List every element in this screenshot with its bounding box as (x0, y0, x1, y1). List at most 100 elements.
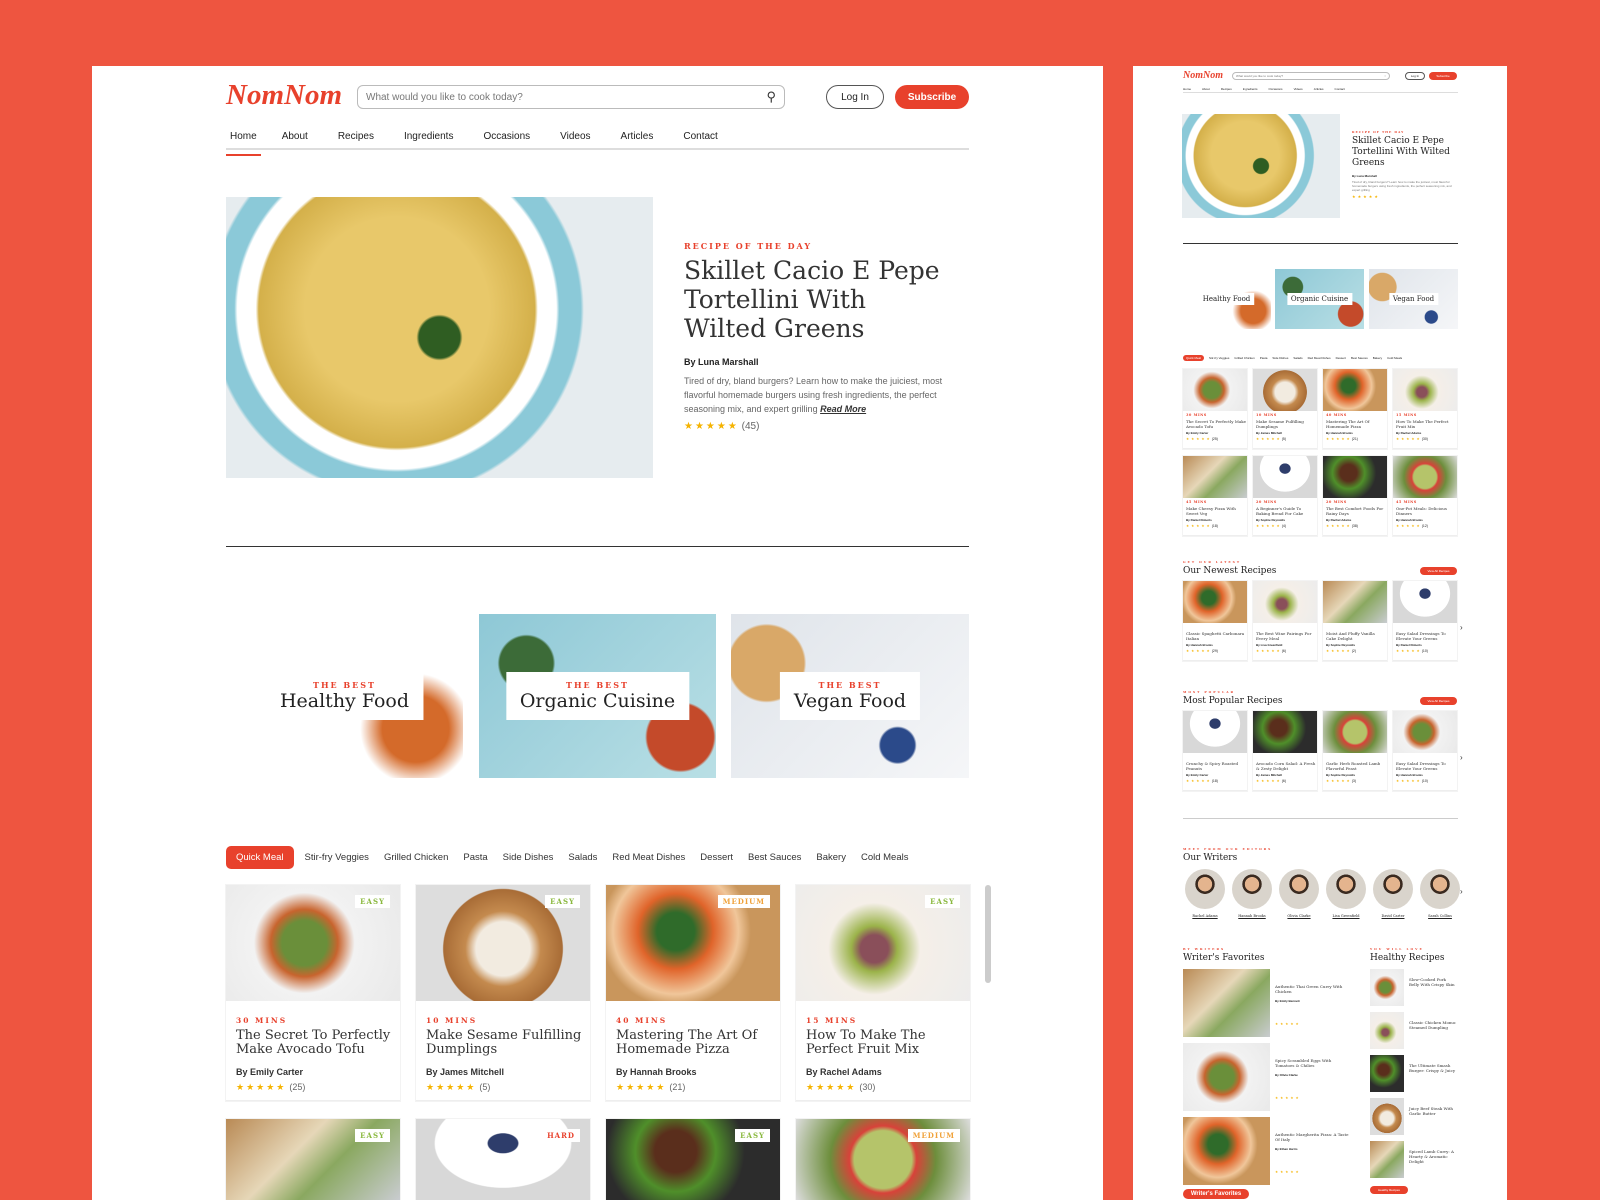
favorite-image[interactable] (1183, 1117, 1270, 1185)
writer-avatar[interactable] (1326, 869, 1366, 909)
favorite-image[interactable] (1183, 969, 1270, 1037)
mini-recipe-card[interactable]: 30 MINS The Secret To Perfectly Make Avoc… (1183, 369, 1247, 449)
recipe-card[interactable]: MEDIUM 40 MINS Mastering The Art Of Homema… (606, 885, 780, 1101)
recipe-card[interactable]: HARD (416, 1119, 590, 1200)
carousel-next-icon[interactable]: › (1460, 623, 1463, 632)
mini-login-button[interactable]: Log In (1405, 72, 1425, 80)
mini-nav-item[interactable]: Articles (1314, 87, 1324, 91)
writer-name[interactable]: David Carter (1367, 914, 1419, 918)
filter-tab[interactable]: Quick Meal (226, 846, 294, 869)
recipe-author[interactable]: By Rachel Adams (806, 1067, 882, 1077)
read-more-link[interactable]: Read More (820, 404, 866, 414)
recipe-card[interactable]: EASY (226, 1119, 400, 1200)
favorite-title[interactable]: Spicy Scrambled Eggs With Tomatoes & Chi… (1275, 1058, 1350, 1068)
mini-filter-tab[interactable]: Stir-fry Veggies (1209, 356, 1229, 360)
mini-recipe-card[interactable]: 10 MINS Make Sesame Fulfilling Dumplings B… (1253, 369, 1317, 449)
mini-filter-tab[interactable]: Side Dishes (1272, 356, 1288, 360)
popular-recipe-card[interactable]: Avocado Corn Salad: A Fresh & Zesty Deli… (1253, 711, 1317, 791)
recipe-title[interactable]: The Secret To Perfectly Make Avocado Tof… (236, 1029, 394, 1057)
nav-ingredients[interactable]: Ingredients (404, 131, 453, 148)
healthy-title[interactable]: Spiced Lamb Curry: A Hearty & Aromatic D… (1409, 1149, 1457, 1164)
login-button[interactable]: Log In (826, 85, 884, 109)
mini-recipe-card[interactable]: 45 MINS Make Cheesy Pizza With Sweet Veg B… (1183, 456, 1247, 536)
mini-filter-tab[interactable]: Salads (1293, 356, 1302, 360)
newest-recipe-card[interactable]: Easy Salad Dressings To Elevate Your Gre… (1393, 581, 1457, 661)
newest-view-all-button[interactable]: View All Recipes (1420, 567, 1457, 575)
filter-tab[interactable]: Best Sauces (748, 852, 801, 863)
search-input[interactable]: What would you like to cook today? ⚲ (357, 85, 785, 109)
mini-search-input[interactable]: What would you like to cook today? ○ (1232, 72, 1390, 80)
favorite-title[interactable]: Authentic Margherita Pizza: A Taste Of I… (1275, 1132, 1350, 1142)
mini-recipe-card[interactable]: 40 MINS Mastering The Art Of Homemade Piz… (1323, 369, 1387, 449)
healthy-image[interactable] (1370, 1141, 1404, 1178)
filter-tab[interactable]: Side Dishes (503, 852, 554, 863)
recipe-author[interactable]: By Emily Carter (236, 1067, 303, 1077)
healthy-image[interactable] (1370, 1012, 1404, 1049)
nav-home[interactable]: Home (226, 131, 261, 156)
nav-videos[interactable]: Videos (560, 131, 590, 148)
writer-avatar[interactable] (1185, 869, 1225, 909)
newest-recipe-card[interactable]: Classic Spaghetti Carbonara Italian By Ha… (1183, 581, 1247, 661)
mini-category-vegan[interactable]: Vegan Food (1369, 269, 1458, 329)
filter-tab[interactable]: Bakery (816, 852, 846, 863)
mini-filter-tab[interactable]: Best Sauces (1351, 356, 1368, 360)
filter-tab[interactable]: Red Meat Dishes (612, 852, 685, 863)
filter-tab[interactable]: Stir-fry Veggies (305, 852, 369, 863)
nav-articles[interactable]: Articles (621, 131, 654, 148)
mini-nav-item[interactable]: Videos (1294, 87, 1303, 91)
mini-filter-tab[interactable]: Dessert (1336, 356, 1346, 360)
healthy-button[interactable]: Healthy Recipes (1370, 1186, 1408, 1194)
favorite-title[interactable]: Authentic Thai Green Curry With Chicken (1275, 984, 1350, 994)
writer-avatar[interactable] (1420, 869, 1460, 909)
writer-name[interactable]: Lisa Greenfield (1320, 914, 1372, 918)
writer-name[interactable]: Olivia Clarke (1273, 914, 1325, 918)
filter-tab[interactable]: Salads (568, 852, 597, 863)
carousel-next-icon[interactable]: › (1460, 887, 1463, 896)
filter-tab[interactable]: Grilled Chicken (384, 852, 448, 863)
recipe-card[interactable]: EASY 30 MINS The Secret To Perfectly Make … (226, 885, 400, 1101)
healthy-title[interactable]: The Ultimate Smash Burger: Crispy & Juic… (1409, 1063, 1457, 1073)
healthy-title[interactable]: Classic Chicken Momo: Steamed Dumpling (1409, 1020, 1457, 1030)
nav-occasions[interactable]: Occasions (483, 131, 530, 148)
hero-author[interactable]: By Luna Marshall (684, 357, 759, 367)
category-vegan-food[interactable]: THE BEST Vegan Food (731, 614, 969, 778)
newest-recipe-card[interactable]: Moist And Fluffy Vanilla Cake Delight By … (1323, 581, 1387, 661)
mini-nav-item[interactable]: Ingredients (1243, 87, 1258, 91)
writer-avatar[interactable] (1232, 869, 1272, 909)
mini-recipe-card[interactable]: 20 MINS The Best Comfort Foods For Rainy … (1323, 456, 1387, 536)
filter-tab[interactable]: Cold Meals (861, 852, 909, 863)
writer-avatar[interactable] (1373, 869, 1413, 909)
scrollbar-thumb[interactable] (985, 885, 991, 983)
carousel-next-icon[interactable]: › (1460, 753, 1463, 762)
writer-name[interactable]: Hannah Brooks (1226, 914, 1278, 918)
healthy-image[interactable] (1370, 1098, 1404, 1135)
mini-nav-item[interactable]: Occasions (1269, 87, 1283, 91)
search-icon[interactable]: ⚲ (766, 89, 776, 105)
healthy-image[interactable] (1370, 1055, 1404, 1092)
recipe-author[interactable]: By Hannah Brooks (616, 1067, 697, 1077)
mini-filter-tab[interactable]: Pasta (1260, 356, 1268, 360)
mini-nav-item[interactable]: About (1202, 87, 1210, 91)
mini-filter-tab[interactable]: Quick Meal (1183, 355, 1205, 361)
popular-recipe-card[interactable]: Easy Salad Dressings To Elevate Your Gre… (1393, 711, 1457, 791)
favorites-button[interactable]: Writer's Favorites (1183, 1189, 1249, 1199)
mini-nav-item[interactable]: Contact (1335, 87, 1345, 91)
hero-image[interactable] (226, 197, 653, 478)
mini-recipe-card[interactable]: 45 MINS One-Pot Meals: Delicious Dinners B… (1393, 456, 1457, 536)
nav-about[interactable]: About (282, 131, 308, 148)
writer-avatar[interactable] (1279, 869, 1319, 909)
filter-tab[interactable]: Pasta (463, 852, 487, 863)
newest-recipe-card[interactable]: The Best Wine Pairings For Every Meal By … (1253, 581, 1317, 661)
recipe-card[interactable]: EASY 10 MINS Make Sesame Fulfilling Dumpli… (416, 885, 590, 1101)
subscribe-button[interactable]: Subscribe (895, 85, 969, 109)
logo[interactable]: NomNom (226, 79, 342, 112)
mini-filter-tab[interactable]: Red Meat Dishes (1308, 356, 1331, 360)
hero-title[interactable]: Skillet Cacio E Pepe Tortellini With Wil… (684, 256, 944, 343)
favorite-image[interactable] (1183, 1043, 1270, 1111)
writer-name[interactable]: Sarah Collins (1414, 914, 1466, 918)
mini-filter-tab[interactable]: Bakery (1373, 356, 1382, 360)
mini-nav-item[interactable]: Recipes (1221, 87, 1232, 91)
recipe-card[interactable]: MEDIUM (796, 1119, 970, 1200)
popular-recipe-card[interactable]: Garlic Herb Roasted Lamb Flavorful Feast… (1323, 711, 1387, 791)
popular-recipe-card[interactable]: Crunchy & Spicy Roasted Peanuts By Emily … (1183, 711, 1247, 791)
